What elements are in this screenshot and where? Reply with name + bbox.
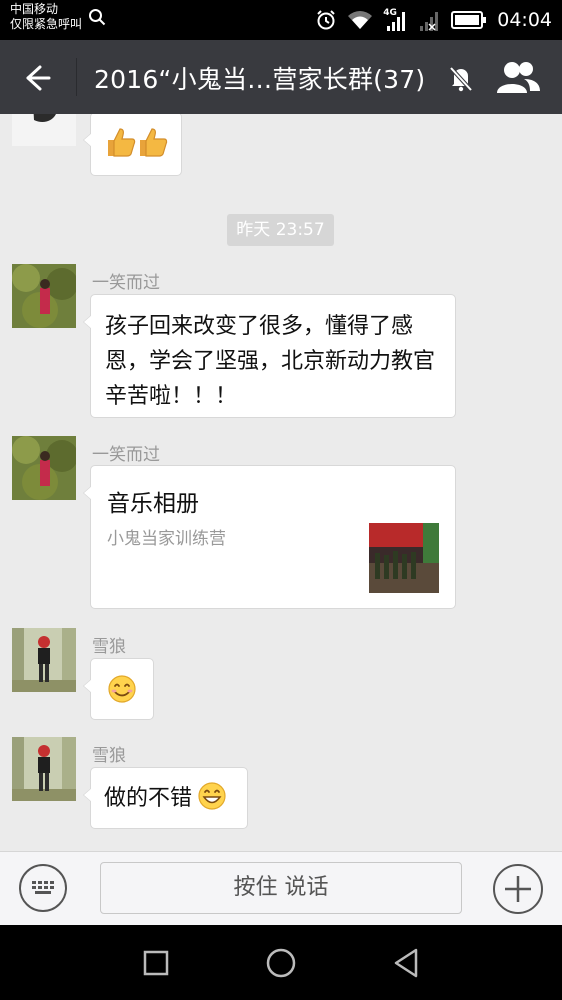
home-icon[interactable] (263, 945, 299, 981)
thumbs-up-icon (108, 128, 136, 157)
title-divider (76, 58, 77, 96)
avatar[interactable] (12, 264, 76, 328)
wifi-icon (348, 11, 373, 29)
music-album-card[interactable]: 音乐相册 小鬼当家训练营 (83, 465, 456, 609)
recent-apps-icon[interactable] (138, 945, 174, 981)
avatar[interactable] (12, 436, 76, 500)
input-bar: 按住 说话 (0, 851, 562, 925)
status-clock: 04:04 (497, 9, 552, 31)
avatar[interactable] (12, 737, 76, 801)
avatar[interactable] (12, 114, 76, 146)
grin-emoji-icon (198, 782, 226, 810)
card-subtitle: 小鬼当家训练营 (107, 529, 226, 549)
sender-name: 一笑而过 (92, 273, 160, 293)
card-title: 音乐相册 (107, 491, 199, 517)
alarm-icon (317, 10, 335, 30)
smile-emoji-icon (108, 675, 136, 703)
status-indicators: 4G 04:04 (315, 0, 552, 40)
message-text: 孩子回来改变了很多，懂得了感恩，学会了坚强，北京新动力教官辛苦啦！！！ (105, 314, 436, 409)
sender-name: 雪狼 (92, 637, 126, 657)
chat-header: 2016“小鬼当…营家长群(37) (0, 40, 562, 114)
album-thumbnail (369, 523, 439, 593)
message-bubble[interactable]: 做的不错 (83, 767, 248, 829)
status-bar: 中国移动 仅限紧急呼叫 4G 04:04 (0, 0, 562, 40)
mute-bell-icon (449, 66, 473, 92)
system-nav-bar (0, 925, 562, 1000)
message-bubble[interactable]: 孩子回来改变了很多，懂得了感恩，学会了坚强，北京新动力教官辛苦啦！！！ (83, 294, 456, 418)
timestamp-chip: 昨天 23:57 (227, 214, 334, 246)
back-icon[interactable] (388, 945, 424, 981)
message-list[interactable]: 昨天 23:57 一笑而过 孩子回来改变了很多，懂得了感恩，学会了坚强，北京新动… (0, 114, 562, 851)
emergency-call-label: 仅限紧急呼叫 (10, 17, 83, 31)
battery-icon (451, 11, 487, 29)
group-members-icon[interactable] (494, 59, 542, 95)
message-text: 做的不错 (104, 786, 193, 811)
message-bubble[interactable] (83, 658, 154, 720)
sender-name: 雪狼 (92, 746, 126, 766)
signal-icon (387, 12, 406, 31)
carrier-info: 中国移动 仅限紧急呼叫 (10, 2, 82, 32)
thumbs-up-icon (140, 128, 168, 157)
avatar[interactable] (12, 628, 76, 692)
message-bubble[interactable] (83, 114, 182, 176)
sender-name: 一笑而过 (92, 445, 160, 465)
keyboard-icon[interactable] (18, 863, 68, 913)
chat-title: 2016“小鬼当…营家长群(37) (94, 65, 426, 94)
back-arrow-icon[interactable] (16, 58, 56, 98)
carrier-name: 中国移动 (10, 2, 59, 16)
no-signal-icon (420, 12, 439, 31)
plus-icon[interactable] (492, 863, 544, 915)
hold-to-talk-button[interactable]: 按住 说话 (100, 862, 462, 914)
search-icon (89, 9, 106, 26)
signal-4g: 4G (383, 8, 409, 32)
